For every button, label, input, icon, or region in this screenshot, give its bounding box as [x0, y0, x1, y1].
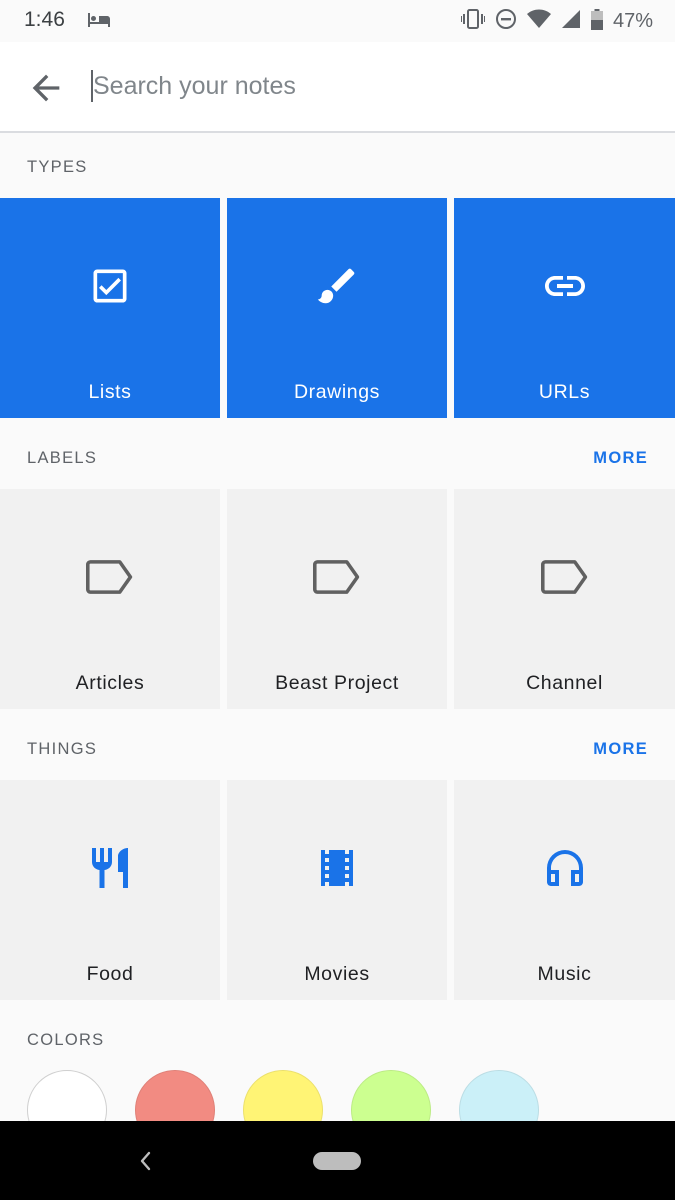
- arrow-back-icon: [32, 74, 60, 102]
- color-swatch-green[interactable]: [351, 1070, 431, 1125]
- type-label: URLs: [538, 381, 591, 403]
- label-icon: [313, 553, 361, 601]
- nav-home-pill[interactable]: [313, 1152, 361, 1170]
- brush-icon: [313, 262, 361, 310]
- thing-label: Movies: [304, 963, 370, 985]
- labels-header: LABELS MORE: [0, 424, 675, 494]
- movie-icon: [313, 844, 361, 892]
- status-bar: 1:46 47%: [0, 0, 675, 42]
- text-cursor: [91, 70, 93, 102]
- types-header: TYPES: [0, 133, 675, 203]
- label-icon: [86, 553, 134, 601]
- system-nav-bar: [0, 1121, 675, 1200]
- type-tile-urls[interactable]: URLs: [454, 198, 675, 418]
- checkbox-icon: [86, 262, 134, 310]
- thing-label: Music: [537, 963, 592, 985]
- types-grid: Lists Drawings URLs: [0, 198, 675, 418]
- types-title: TYPES: [27, 158, 88, 176]
- type-tile-lists[interactable]: Lists: [0, 198, 220, 418]
- things-header: THINGS MORE: [0, 715, 675, 785]
- headphones-icon: [541, 844, 589, 892]
- color-swatch-red[interactable]: [135, 1070, 215, 1125]
- label-name: Articles: [75, 672, 145, 694]
- things-grid: Food Movies Music: [0, 780, 675, 1000]
- battery-icon: [590, 8, 603, 35]
- things-more-button[interactable]: MORE: [593, 740, 648, 759]
- type-label: Drawings: [293, 381, 381, 403]
- label-tile-beast-project[interactable]: Beast Project: [227, 489, 447, 709]
- status-icons: 47%: [459, 8, 653, 35]
- labels-more-button[interactable]: MORE: [593, 449, 648, 468]
- status-time: 1:46: [24, 8, 65, 31]
- colors-header: COLORS: [0, 1006, 675, 1076]
- back-button[interactable]: [26, 68, 66, 108]
- labels-title: LABELS: [27, 449, 98, 467]
- color-swatch-white[interactable]: [27, 1070, 107, 1125]
- type-tile-drawings[interactable]: Drawings: [227, 198, 447, 418]
- link-icon: [541, 262, 589, 310]
- battery-percent: 47%: [612, 10, 653, 32]
- search-bar: [0, 42, 675, 133]
- chevron-left-icon: [140, 1151, 151, 1171]
- search-input[interactable]: [91, 66, 633, 106]
- labels-grid: Articles Beast Project Channel: [0, 489, 675, 709]
- label-tile-articles[interactable]: Articles: [0, 489, 220, 709]
- label-icon: [540, 553, 589, 601]
- color-swatch-teal[interactable]: [459, 1070, 539, 1125]
- color-swatch-yellow[interactable]: [243, 1070, 323, 1125]
- wifi-icon: [526, 9, 551, 34]
- label-tile-channel[interactable]: Channel: [454, 489, 675, 709]
- signal-icon: [561, 9, 581, 34]
- label-name: Channel: [526, 672, 603, 694]
- things-title: THINGS: [27, 740, 98, 758]
- thing-tile-music[interactable]: Music: [454, 780, 675, 1000]
- vibrate-icon: [459, 8, 486, 35]
- thing-tile-movies[interactable]: Movies: [227, 780, 447, 1000]
- colors-row: [0, 1070, 675, 1125]
- sleep-icon: [87, 11, 111, 34]
- thing-tile-food[interactable]: Food: [0, 780, 220, 1000]
- type-label: Lists: [88, 381, 132, 403]
- label-name: Beast Project: [275, 672, 399, 694]
- thing-label: Food: [86, 963, 134, 985]
- colors-title: COLORS: [27, 1031, 105, 1049]
- nav-back-button[interactable]: [136, 1147, 156, 1180]
- do-not-disturb-icon: [495, 8, 517, 35]
- restaurant-icon: [86, 844, 134, 892]
